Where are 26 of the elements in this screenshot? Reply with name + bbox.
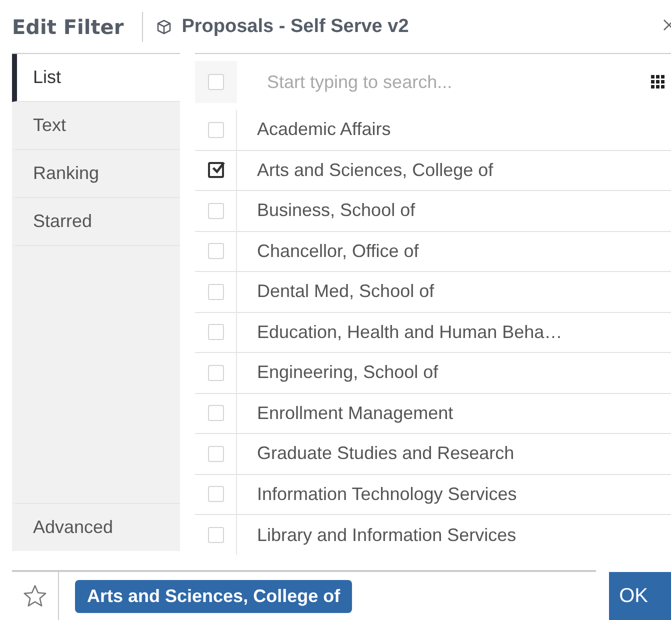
item-label: Enrollment Management	[257, 402, 454, 424]
item-label: Library and Information Services	[257, 524, 516, 546]
grid-icon[interactable]	[651, 75, 665, 89]
item-label: Graduate Studies and Research	[257, 443, 514, 464]
filter-tab[interactable]: Ranking	[12, 150, 180, 198]
item-label: Information Technology Services	[257, 484, 517, 505]
search-field[interactable]: Start typing to search...	[265, 70, 651, 94]
filter-tab[interactable]: Text	[12, 102, 180, 150]
item-label: Arts and Sciences, College of	[257, 160, 494, 181]
item-label: Education, Health and Human Beha…	[257, 322, 562, 343]
cube-icon	[156, 18, 172, 34]
item-checkbox[interactable]	[208, 162, 224, 178]
star-icon[interactable]	[22, 583, 48, 609]
source-name: Proposals - Self Serve v2	[182, 16, 409, 38]
dialog-title: Edit Filter	[12, 14, 124, 38]
filter-tab[interactable]: Starred	[12, 198, 180, 246]
item-label: Chancellor, Office of	[257, 240, 419, 262]
select-all-checkbox[interactable]	[208, 74, 224, 90]
item-label: Dental Med, School of	[257, 281, 434, 302]
selected-value-tag[interactable]: Arts and Sciences, College of	[75, 580, 352, 612]
item-label: Engineering, School of	[257, 362, 438, 384]
item-label: Academic Affairs	[257, 119, 391, 140]
advanced-tab[interactable]: Advanced	[12, 503, 180, 551]
filter-tab[interactable]: List	[12, 54, 180, 102]
ok-button[interactable]: OK	[609, 572, 671, 620]
item-label: Business, School of	[257, 200, 416, 222]
